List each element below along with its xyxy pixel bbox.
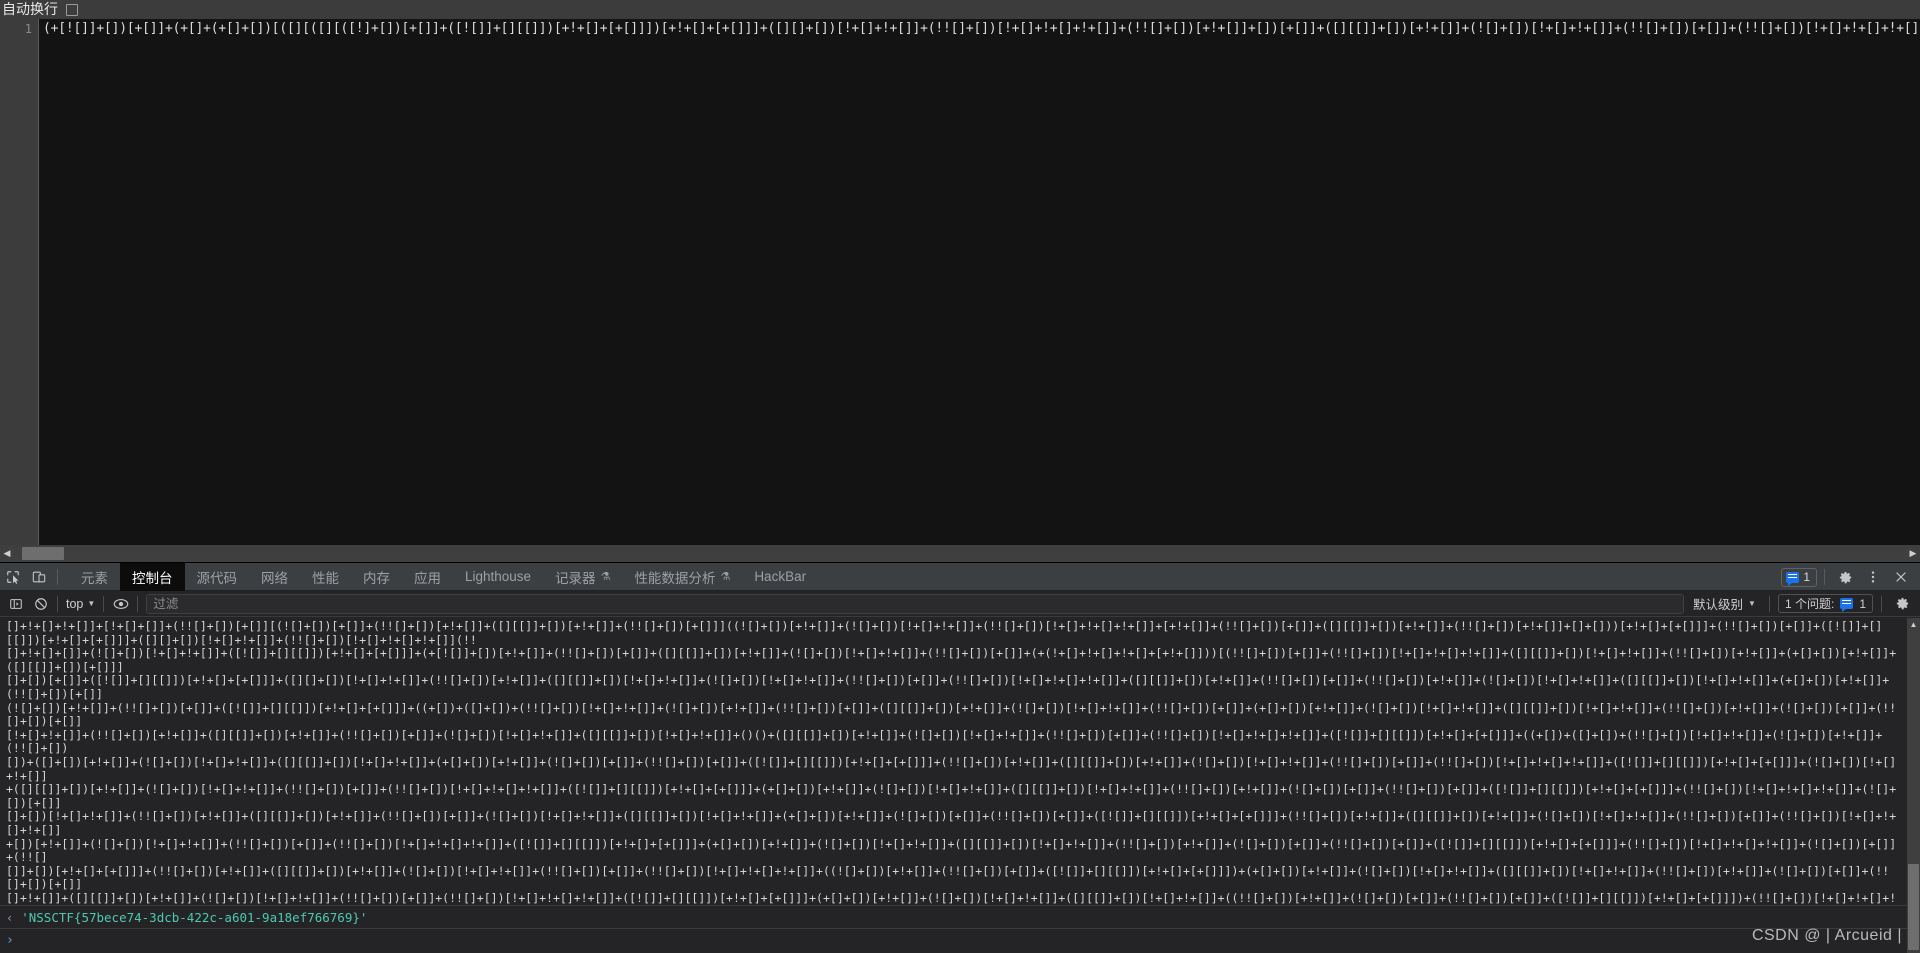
tab-0[interactable]: 元素 bbox=[69, 563, 120, 591]
code-editor[interactable]: 1 (+[![]]+[])[+[]]+(+[]+(+[]+[])[([][([]… bbox=[0, 19, 1920, 545]
console-settings-gear-icon[interactable] bbox=[1890, 592, 1915, 616]
gear-icon[interactable] bbox=[1832, 564, 1858, 590]
tab-8[interactable]: 记录器 ⚗ bbox=[543, 563, 622, 591]
tab-label: 性能 bbox=[312, 570, 339, 586]
line-number: 1 bbox=[24, 22, 32, 36]
editor-line-gutter: 1 bbox=[0, 19, 38, 545]
clear-console-icon[interactable] bbox=[28, 592, 53, 616]
filterbar-divider-1 bbox=[57, 595, 58, 612]
tab-10[interactable]: HackBar bbox=[742, 563, 818, 591]
devtools-panel: 元素 控制台 源代码 网络 性能 内存 应用 Lighthouse 记录器 ⚗ 性能数据分析 ⚗ Hac… bbox=[0, 562, 1920, 953]
experiment-flask-icon: ⚗ bbox=[600, 571, 611, 583]
web-page-area: 自动换行 1 (+[![]]+[])[+[]]+(+[]+(+[]+[])[([… bbox=[0, 0, 1920, 545]
page-horizontal-scrollbar[interactable]: ◀ ▶ bbox=[0, 545, 1920, 562]
message-icon bbox=[1786, 571, 1800, 586]
return-arrow-icon: ‹ bbox=[6, 910, 14, 925]
console-vertical-scrollbar[interactable]: ▲ bbox=[1907, 618, 1920, 953]
log-level-value: 默认级别 bbox=[1693, 598, 1744, 612]
console-filter-actions: 默认级别 ▼ 1 个问题: 1 bbox=[1688, 592, 1920, 616]
tab-label: 元素 bbox=[81, 570, 108, 586]
console-log-message: []+!+[]+!+[]]+[!+[]+[]]+(!![]+[])[+[]][(… bbox=[0, 618, 1907, 906]
inspect-element-icon[interactable] bbox=[0, 564, 26, 590]
tab-7[interactable]: Lighthouse bbox=[453, 563, 543, 591]
tab-1[interactable]: 控制台 bbox=[120, 562, 185, 591]
console-output-area[interactable]: []+!+[]+!+[]]+[!+[]+[]]+(!![]+[])[+[]][(… bbox=[0, 618, 1920, 953]
message-icon bbox=[1840, 598, 1854, 612]
issues-summary-count: 1 bbox=[1859, 596, 1866, 611]
filterbar-divider-4 bbox=[1768, 595, 1770, 612]
tab-6[interactable]: 应用 bbox=[402, 563, 453, 591]
more-options-icon[interactable] bbox=[1860, 564, 1886, 590]
log-level-select[interactable]: 默认级别 ▼ bbox=[1688, 594, 1761, 614]
tab-label: 性能数据分析 bbox=[634, 570, 716, 586]
issues-summary-text: 1 个问题: bbox=[1784, 597, 1835, 611]
auto-wrap-control: 自动换行 bbox=[0, 0, 1920, 19]
console-filter-input[interactable] bbox=[146, 593, 1685, 614]
tab-5[interactable]: 内存 bbox=[351, 563, 402, 591]
scroll-up-arrow[interactable]: ▲ bbox=[1907, 618, 1920, 631]
filterbar-divider-3 bbox=[137, 595, 139, 612]
hscroll-thumb[interactable] bbox=[22, 547, 64, 560]
issues-summary-button[interactable]: 1 个问题: 1 bbox=[1777, 594, 1873, 613]
console-sidebar-toggle-icon[interactable] bbox=[3, 592, 28, 616]
tab-4[interactable]: 性能 bbox=[300, 563, 351, 591]
chevron-down-icon: ▼ bbox=[1748, 599, 1756, 608]
tab-label: 记录器 bbox=[555, 570, 596, 586]
prompt-chevron-icon: › bbox=[6, 932, 14, 948]
filterbar-divider-2 bbox=[103, 595, 105, 612]
tab-2[interactable]: 源代码 bbox=[185, 563, 250, 591]
devtools-tabbar-actions: 1 bbox=[1781, 563, 1920, 591]
console-result-value: 'NSSCTF{57bece74-3dcb-422c-a601-9a18ef76… bbox=[21, 910, 368, 925]
auto-wrap-label: 自动换行 bbox=[2, 1, 58, 17]
chevron-down-icon: ▼ bbox=[87, 599, 96, 608]
filterbar-divider-5 bbox=[1881, 595, 1882, 612]
hscroll-track[interactable] bbox=[14, 545, 1906, 562]
experiment-flask-icon: ⚗ bbox=[720, 571, 731, 583]
tabbar-actions-divider bbox=[1824, 569, 1825, 585]
editor-code-content[interactable]: (+[![]]+[])[+[]]+(+[]+(+[]+[])[([][([][(… bbox=[39, 19, 1920, 545]
tab-9[interactable]: 性能数据分析 ⚗ bbox=[622, 563, 742, 591]
devtools-tabbar: 元素 控制台 源代码 网络 性能 内存 应用 Lighthouse 记录器 ⚗ 性能数据分析 ⚗ Hac… bbox=[0, 562, 1920, 591]
scroll-right-arrow[interactable]: ▶ bbox=[1906, 545, 1920, 562]
device-toolbar-icon[interactable] bbox=[26, 564, 52, 590]
tab-label: 网络 bbox=[261, 570, 288, 586]
issues-badge-button[interactable]: 1 bbox=[1781, 567, 1817, 587]
vscroll-thumb[interactable] bbox=[1908, 864, 1919, 950]
close-icon[interactable] bbox=[1888, 564, 1914, 590]
execution-context-value: top bbox=[66, 596, 84, 611]
auto-wrap-checkbox[interactable] bbox=[66, 3, 78, 16]
devtools-tabs: 元素 控制台 源代码 网络 性能 内存 应用 Lighthouse 记录器 ⚗ 性能数据分析 ⚗ Hac… bbox=[69, 562, 818, 591]
tab-label: 内存 bbox=[363, 570, 390, 586]
tab-label: Lighthouse bbox=[465, 569, 532, 584]
tab-label: 源代码 bbox=[196, 570, 238, 586]
console-result-row: ‹ 'NSSCTF{57bece74-3dcb-422c-a601-9a18ef… bbox=[0, 907, 1907, 929]
tab-label: HackBar bbox=[754, 569, 807, 584]
scroll-left-arrow[interactable]: ◀ bbox=[0, 545, 14, 562]
tab-3[interactable]: 网络 bbox=[249, 563, 300, 591]
console-prompt-row[interactable]: › bbox=[0, 929, 1907, 951]
live-expression-eye-icon[interactable] bbox=[108, 592, 133, 616]
tab-label: 应用 bbox=[414, 570, 441, 586]
console-filter-bar: top ▼ 默认级别 ▼ 1 个问题: 1 bbox=[0, 591, 1920, 617]
issues-badge-count: 1 bbox=[1803, 570, 1810, 584]
execution-context-select[interactable]: top ▼ bbox=[62, 597, 99, 611]
tab-label: 控制台 bbox=[132, 570, 173, 586]
tabbar-divider bbox=[57, 568, 58, 585]
